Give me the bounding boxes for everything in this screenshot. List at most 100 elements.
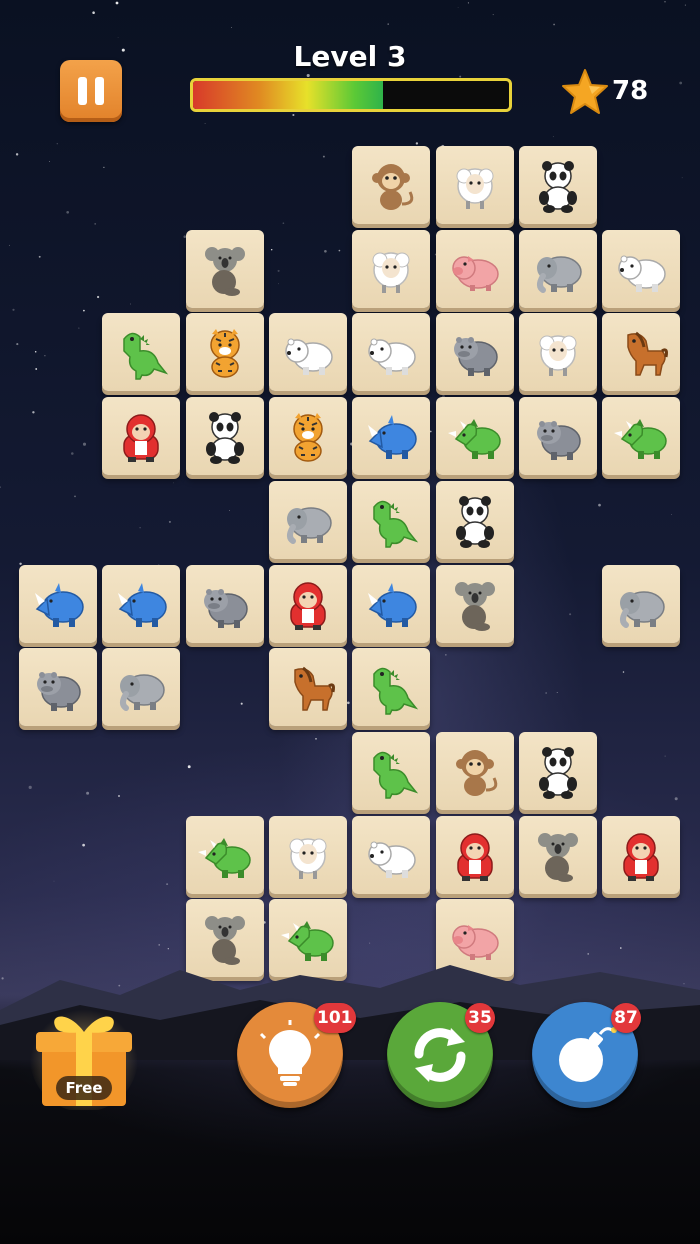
tile-panda[interactable]: [436, 481, 514, 559]
tile-pig[interactable]: [436, 230, 514, 308]
tile-triceratops[interactable]: [186, 816, 264, 894]
tile-panda[interactable]: [519, 732, 597, 810]
free-gift-label: Free: [56, 1076, 112, 1100]
koala-icon: [538, 833, 578, 882]
lightbulb-icon: [259, 1020, 321, 1086]
level-title: Level 3: [293, 40, 407, 73]
tile-hippo[interactable]: [519, 397, 597, 475]
hippo-icon: [454, 337, 498, 376]
tile-hippo[interactable]: [19, 648, 97, 726]
star-icon: [562, 69, 608, 114]
monkey-icon: [372, 164, 414, 210]
gorilla-icon: [623, 833, 659, 881]
tiger-icon: [210, 329, 240, 378]
polar-bear-icon: [368, 338, 416, 375]
shuffle-count-badge: 35: [465, 1003, 495, 1033]
tile-triceratops[interactable]: [436, 397, 514, 475]
dinosaur-icon: [123, 332, 169, 380]
tile-dinosaur[interactable]: [102, 313, 180, 391]
pause-button[interactable]: [60, 60, 122, 122]
pig-icon: [452, 256, 499, 291]
hippo-icon: [37, 672, 81, 711]
sheep-icon: [456, 168, 494, 209]
sheep-icon: [289, 838, 327, 879]
gorilla-icon: [457, 833, 493, 881]
tile-monkey[interactable]: [436, 732, 514, 810]
rhino-icon: [368, 583, 417, 627]
triceratops-icon: [448, 419, 501, 459]
tile-gorilla[interactable]: [602, 816, 680, 894]
tile-sheep[interactable]: [519, 313, 597, 391]
hippo-icon: [537, 421, 581, 460]
tile-gorilla[interactable]: [269, 565, 347, 643]
tile-triceratops[interactable]: [602, 397, 680, 475]
tile-sheep[interactable]: [269, 816, 347, 894]
tile-polar-bear[interactable]: [352, 816, 430, 894]
triceratops-icon: [198, 838, 251, 878]
elephant-icon: [287, 507, 332, 544]
pause-icon: [78, 77, 87, 105]
tile-koala[interactable]: [436, 565, 514, 643]
hippo-icon: [204, 589, 248, 628]
elephant-icon: [120, 674, 165, 711]
elephant-icon: [620, 591, 665, 628]
rhino-icon: [368, 415, 417, 459]
panda-icon: [456, 496, 494, 548]
polar-bear-icon: [285, 338, 333, 375]
dinosaur-icon: [373, 500, 419, 548]
sheep-icon: [372, 252, 410, 293]
tile-horse[interactable]: [269, 648, 347, 726]
tile-elephant[interactable]: [269, 481, 347, 559]
tile-gorilla[interactable]: [436, 816, 514, 894]
tile-hippo[interactable]: [186, 565, 264, 643]
tile-elephant[interactable]: [519, 230, 597, 308]
tile-polar-bear[interactable]: [352, 313, 430, 391]
tile-polar-bear[interactable]: [269, 313, 347, 391]
horse-icon: [627, 331, 668, 376]
polar-bear-icon: [368, 841, 416, 878]
tile-rhino[interactable]: [19, 565, 97, 643]
hint-count-badge: 101: [314, 1003, 356, 1033]
sheep-icon: [539, 335, 577, 376]
monkey-icon: [456, 750, 498, 796]
bomb-count-badge: 87: [611, 1003, 641, 1033]
tile-sheep[interactable]: [352, 230, 430, 308]
polar-bear-icon: [618, 255, 666, 292]
elephant-icon: [537, 256, 582, 293]
rhino-icon: [35, 583, 84, 627]
bomb-icon: [559, 1027, 617, 1082]
rhino-icon: [118, 583, 167, 627]
tile-koala[interactable]: [519, 816, 597, 894]
progress-fill: [193, 81, 383, 109]
tile-elephant[interactable]: [102, 648, 180, 726]
tile-rhino[interactable]: [102, 565, 180, 643]
tile-rhino[interactable]: [352, 397, 430, 475]
tile-polar-bear[interactable]: [602, 230, 680, 308]
tiger-icon: [293, 413, 323, 462]
gorilla-icon: [123, 414, 159, 462]
shuffle-arrows-icon: [414, 1028, 466, 1082]
tile-sheep[interactable]: [436, 146, 514, 224]
tile-dinosaur[interactable]: [352, 732, 430, 810]
koala-icon: [455, 582, 495, 631]
tile-monkey[interactable]: [352, 146, 430, 224]
star-count: 78: [612, 76, 649, 106]
dinosaur-icon: [373, 667, 419, 715]
dinosaur-icon: [373, 751, 419, 799]
tile-koala[interactable]: [186, 230, 264, 308]
tile-hippo[interactable]: [436, 313, 514, 391]
tile-panda[interactable]: [519, 146, 597, 224]
tile-elephant[interactable]: [602, 565, 680, 643]
tile-tiger[interactable]: [269, 397, 347, 475]
level-progress-bar: [190, 78, 512, 112]
tile-dinosaur[interactable]: [352, 648, 430, 726]
tile-horse[interactable]: [602, 313, 680, 391]
panda-icon: [206, 412, 244, 464]
tile-gorilla[interactable]: [102, 397, 180, 475]
tile-dinosaur[interactable]: [352, 481, 430, 559]
panda-icon: [539, 161, 577, 213]
tile-tiger[interactable]: [186, 313, 264, 391]
tile-panda[interactable]: [186, 397, 264, 475]
tile-rhino[interactable]: [352, 565, 430, 643]
panda-icon: [539, 747, 577, 799]
